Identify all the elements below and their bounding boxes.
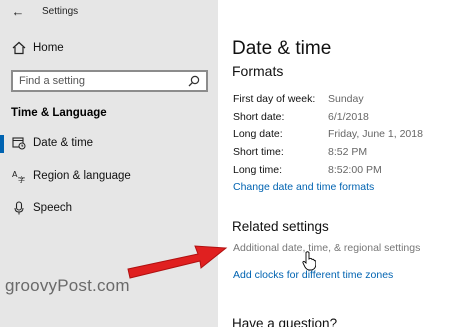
sidebar: ← Settings Home Find a setting Time & La… — [0, 0, 218, 327]
sidebar-item-label: Region & language — [33, 170, 131, 182]
sidebar-item-home[interactable]: Home — [0, 38, 218, 60]
watermark: groovyPost.com — [5, 276, 130, 295]
sidebar-item-speech[interactable]: Speech — [0, 197, 218, 221]
search-input[interactable]: Find a setting — [11, 70, 208, 92]
format-label: Long date: — [233, 128, 283, 140]
svg-text:字: 字 — [18, 175, 25, 183]
main-content: Date & time Formats First day of week: S… — [218, 0, 474, 327]
search-placeholder: Find a setting — [19, 75, 86, 87]
sidebar-item-region-language[interactable]: A 字 Region & language — [0, 165, 218, 189]
home-icon — [12, 41, 26, 55]
calendar-clock-icon — [12, 137, 26, 150]
sidebar-item-label: Date & time — [33, 137, 94, 149]
page-title: Date & time — [232, 38, 332, 59]
format-row: First day of week: Sunday — [233, 93, 473, 109]
format-value: 6/1/2018 — [328, 111, 369, 123]
search-icon[interactable] — [188, 75, 200, 87]
hand-cursor-icon — [302, 251, 316, 271]
format-row: Long date: Friday, June 1, 2018 — [233, 128, 473, 144]
related-settings-heading: Related settings — [232, 219, 329, 234]
section-header: Time & Language — [11, 107, 107, 119]
formats-heading: Formats — [232, 63, 284, 79]
additional-settings-link[interactable]: Additional date, time, & regional settin… — [233, 242, 420, 254]
sidebar-item-label: Speech — [33, 202, 73, 214]
format-label: First day of week: — [233, 93, 316, 105]
question-heading: Have a question? — [232, 316, 338, 327]
change-formats-link[interactable]: Change date and time formats — [233, 181, 374, 193]
format-row: Short time: 8:52 PM — [233, 146, 473, 162]
format-row: Short date: 6/1/2018 — [233, 111, 473, 127]
format-value: 8:52 PM — [328, 146, 368, 158]
title-bar: ← Settings — [0, 0, 218, 26]
format-label: Short time: — [233, 146, 284, 158]
scrollbar[interactable] — [470, 0, 474, 327]
region-language-icon: A 字 — [12, 170, 25, 183]
active-indicator — [0, 135, 4, 153]
microphone-icon — [14, 201, 24, 215]
format-value: 8:52:00 PM — [328, 164, 382, 176]
format-value: Friday, June 1, 2018 — [328, 128, 423, 140]
app-title: Settings — [42, 6, 79, 17]
back-arrow-icon[interactable]: ← — [10, 4, 26, 20]
sidebar-item-date-time[interactable]: Date & time — [0, 132, 218, 156]
format-row: Long time: 8:52:00 PM — [233, 164, 473, 180]
format-label: Short date: — [233, 111, 285, 123]
format-value: Sunday — [328, 93, 364, 105]
sidebar-item-label: Home — [33, 42, 64, 54]
format-label: Long time: — [233, 164, 283, 176]
